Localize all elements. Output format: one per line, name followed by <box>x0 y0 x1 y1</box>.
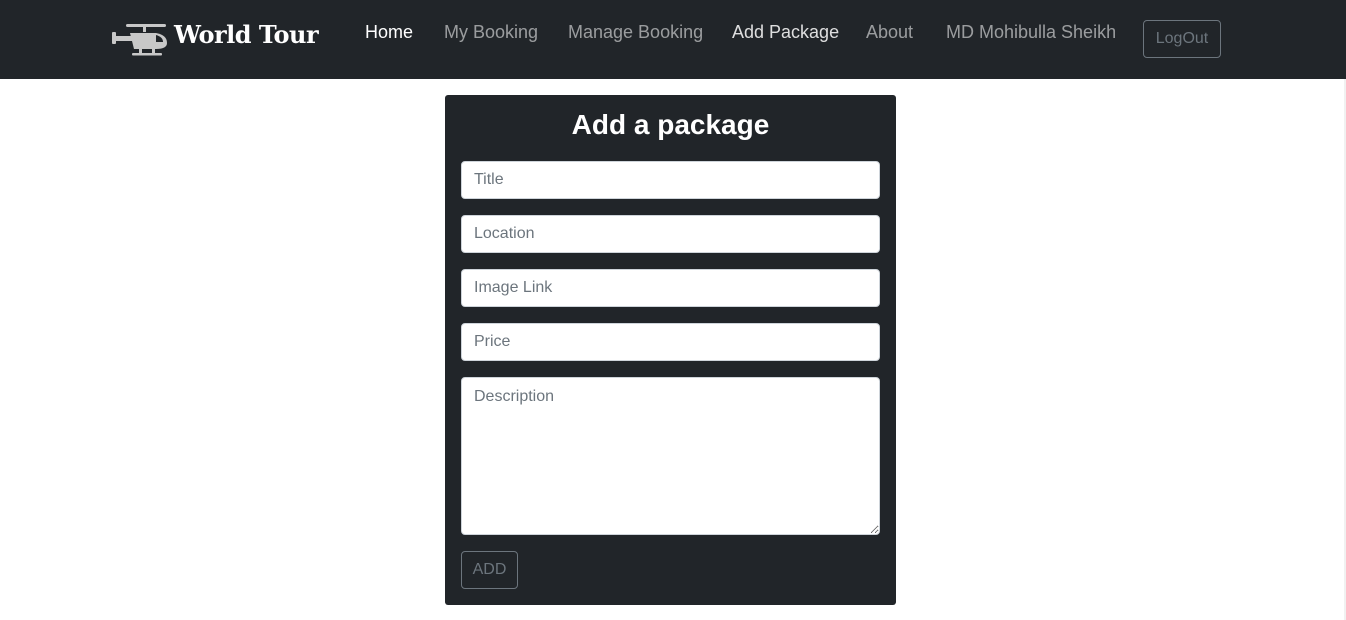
location-input[interactable] <box>461 215 880 253</box>
image-link-input[interactable] <box>461 269 880 307</box>
price-input[interactable] <box>461 323 880 361</box>
navbar: World Tour Home My Booking Manage Bookin… <box>0 0 1346 79</box>
title-input[interactable] <box>461 161 880 199</box>
brand[interactable]: World Tour <box>112 19 319 59</box>
form-title: Add a package <box>571 109 770 140</box>
logout-button[interactable]: LogOut <box>1143 20 1221 58</box>
brand-name: World Tour <box>174 19 319 49</box>
helicopter-icon <box>112 21 168 57</box>
nav-link-manage-booking[interactable]: Manage Booking <box>568 22 703 43</box>
nav-link-home[interactable]: Home <box>365 22 413 43</box>
nav-link-my-booking[interactable]: My Booking <box>444 22 538 43</box>
add-button[interactable]: ADD <box>461 551 518 589</box>
nav-user-name[interactable]: MD Mohibulla Sheikh <box>946 22 1116 43</box>
description-textarea[interactable] <box>461 377 880 535</box>
nav-link-about[interactable]: About <box>866 22 913 43</box>
add-package-form: Add a package ADD <box>445 95 896 605</box>
nav-link-add-package[interactable]: Add Package <box>732 22 839 43</box>
